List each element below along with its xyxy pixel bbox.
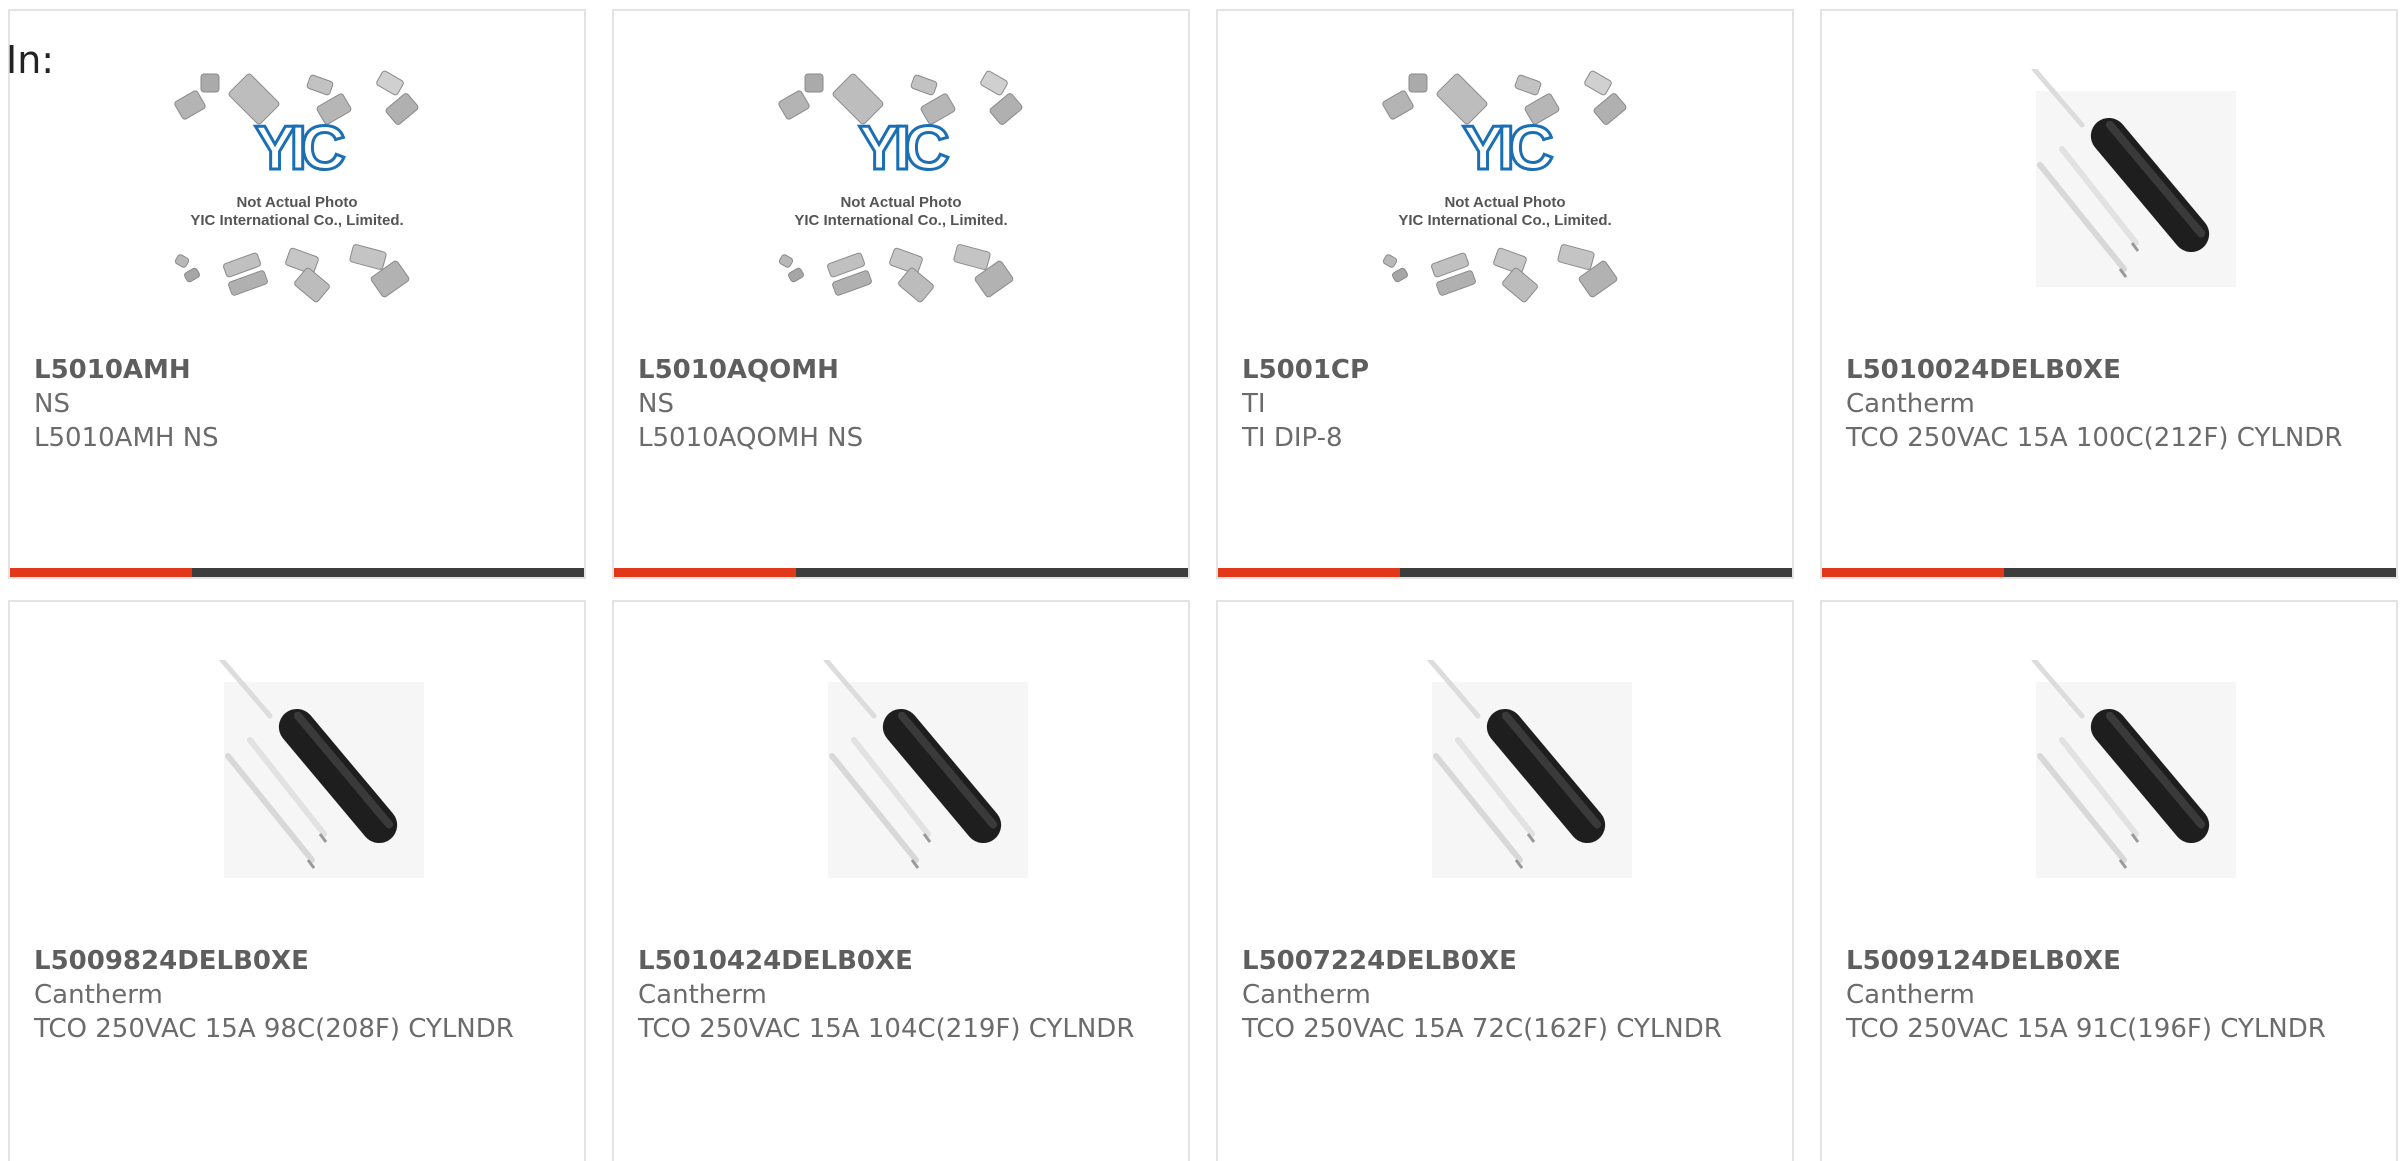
- filter-label: In:: [6, 38, 55, 82]
- product-grid: In: YIC Not Actual Photo YIC International…: [0, 0, 2400, 1161]
- product-brand: Cantherm: [1846, 980, 1975, 1010]
- product-brand: TI: [1242, 389, 1266, 419]
- placeholder-line2: YIC International Co., Limited.: [190, 212, 403, 229]
- product-card[interactable]: L5010424DELB0XE Cantherm TCO 250VAC 15A …: [612, 600, 1190, 1161]
- product-image: YIC Not Actual Photo YIC International Co.…: [766, 69, 1036, 309]
- product-card[interactable]: L5010024DELB0XE Cantherm TCO 250VAC 15A …: [1820, 9, 2398, 579]
- product-info: L5009824DELB0XE Cantherm TCO 250VAC 15A …: [34, 944, 564, 1046]
- card-footer-accent: [614, 568, 796, 577]
- placeholder-line1: Not Actual Photo: [840, 194, 961, 211]
- product-part-number[interactable]: L5010AMH: [34, 353, 564, 387]
- placeholder-line1: Not Actual Photo: [1444, 194, 1565, 211]
- card-footer-bar: [10, 568, 584, 577]
- product-brand: Cantherm: [638, 980, 767, 1010]
- yic-logo-text: YIC: [1462, 114, 1553, 183]
- product-card[interactable]: YIC Not Actual Photo YIC International Co.…: [1216, 9, 1794, 579]
- card-footer-accent: [10, 568, 192, 577]
- product-description: TCO 250VAC 15A 72C(162F) CYLNDR: [1242, 1014, 1722, 1044]
- yic-logo-text: YIC: [858, 114, 949, 183]
- product-info: L5010024DELB0XE Cantherm TCO 250VAC 15A …: [1846, 353, 2376, 455]
- product-brand: NS: [34, 389, 70, 419]
- product-info: L5010AMH NS L5010AMH NS: [34, 353, 564, 455]
- product-image: [1974, 69, 2244, 309]
- product-image: [1974, 660, 2244, 900]
- product-description: TCO 250VAC 15A 100C(212F) CYLNDR: [1846, 423, 2343, 453]
- product-card[interactable]: L5009124DELB0XE Cantherm TCO 250VAC 15A …: [1820, 600, 2398, 1161]
- placeholder-line2: YIC International Co., Limited.: [794, 212, 1007, 229]
- yic-logo-text: YIC: [254, 114, 345, 183]
- product-card[interactable]: YIC Not Actual Photo YIC International Co.…: [612, 9, 1190, 579]
- product-brand: Cantherm: [1242, 980, 1371, 1010]
- product-card[interactable]: L5009824DELB0XE Cantherm TCO 250VAC 15A …: [8, 600, 586, 1161]
- product-description: TI DIP-8: [1242, 423, 1343, 453]
- card-footer-accent: [1218, 568, 1400, 577]
- product-image: [1370, 660, 1640, 900]
- product-brand: Cantherm: [1846, 389, 1975, 419]
- product-part-number[interactable]: L5009824DELB0XE: [34, 944, 564, 978]
- product-info: L5009124DELB0XE Cantherm TCO 250VAC 15A …: [1846, 944, 2376, 1046]
- product-part-number[interactable]: L5010424DELB0XE: [638, 944, 1168, 978]
- product-description: L5010AMH NS: [34, 423, 219, 453]
- product-part-number[interactable]: L5007224DELB0XE: [1242, 944, 1772, 978]
- product-description: TCO 250VAC 15A 104C(219F) CYLNDR: [638, 1014, 1135, 1044]
- product-info: L5010AQOMH NS L5010AQOMH NS: [638, 353, 1168, 455]
- card-footer-bar: [1218, 568, 1792, 577]
- product-info: L5010424DELB0XE Cantherm TCO 250VAC 15A …: [638, 944, 1168, 1046]
- product-brand: NS: [638, 389, 674, 419]
- card-footer-accent: [1822, 568, 2004, 577]
- product-brand: Cantherm: [34, 980, 163, 1010]
- product-part-number[interactable]: L5009124DELB0XE: [1846, 944, 2376, 978]
- card-footer-bar: [1822, 568, 2396, 577]
- product-info: L5001CP TI TI DIP-8: [1242, 353, 1772, 455]
- product-description: TCO 250VAC 15A 91C(196F) CYLNDR: [1846, 1014, 2326, 1044]
- product-description: TCO 250VAC 15A 98C(208F) CYLNDR: [34, 1014, 514, 1044]
- card-footer-bar: [614, 568, 1188, 577]
- product-description: L5010AQOMH NS: [638, 423, 864, 453]
- product-card[interactable]: YIC Not Actual Photo YIC International Co.…: [8, 9, 586, 579]
- placeholder-line1: Not Actual Photo: [236, 194, 357, 211]
- product-info: L5007224DELB0XE Cantherm TCO 250VAC 15A …: [1242, 944, 1772, 1046]
- product-image: [766, 660, 1036, 900]
- product-image: YIC Not Actual Photo YIC International Co.…: [162, 69, 432, 309]
- product-image: [162, 660, 432, 900]
- product-card[interactable]: L5007224DELB0XE Cantherm TCO 250VAC 15A …: [1216, 600, 1794, 1161]
- product-part-number[interactable]: L5001CP: [1242, 353, 1772, 387]
- product-image: YIC Not Actual Photo YIC International Co.…: [1370, 69, 1640, 309]
- product-part-number[interactable]: L5010024DELB0XE: [1846, 353, 2376, 387]
- product-part-number[interactable]: L5010AQOMH: [638, 353, 1168, 387]
- placeholder-line2: YIC International Co., Limited.: [1398, 212, 1611, 229]
